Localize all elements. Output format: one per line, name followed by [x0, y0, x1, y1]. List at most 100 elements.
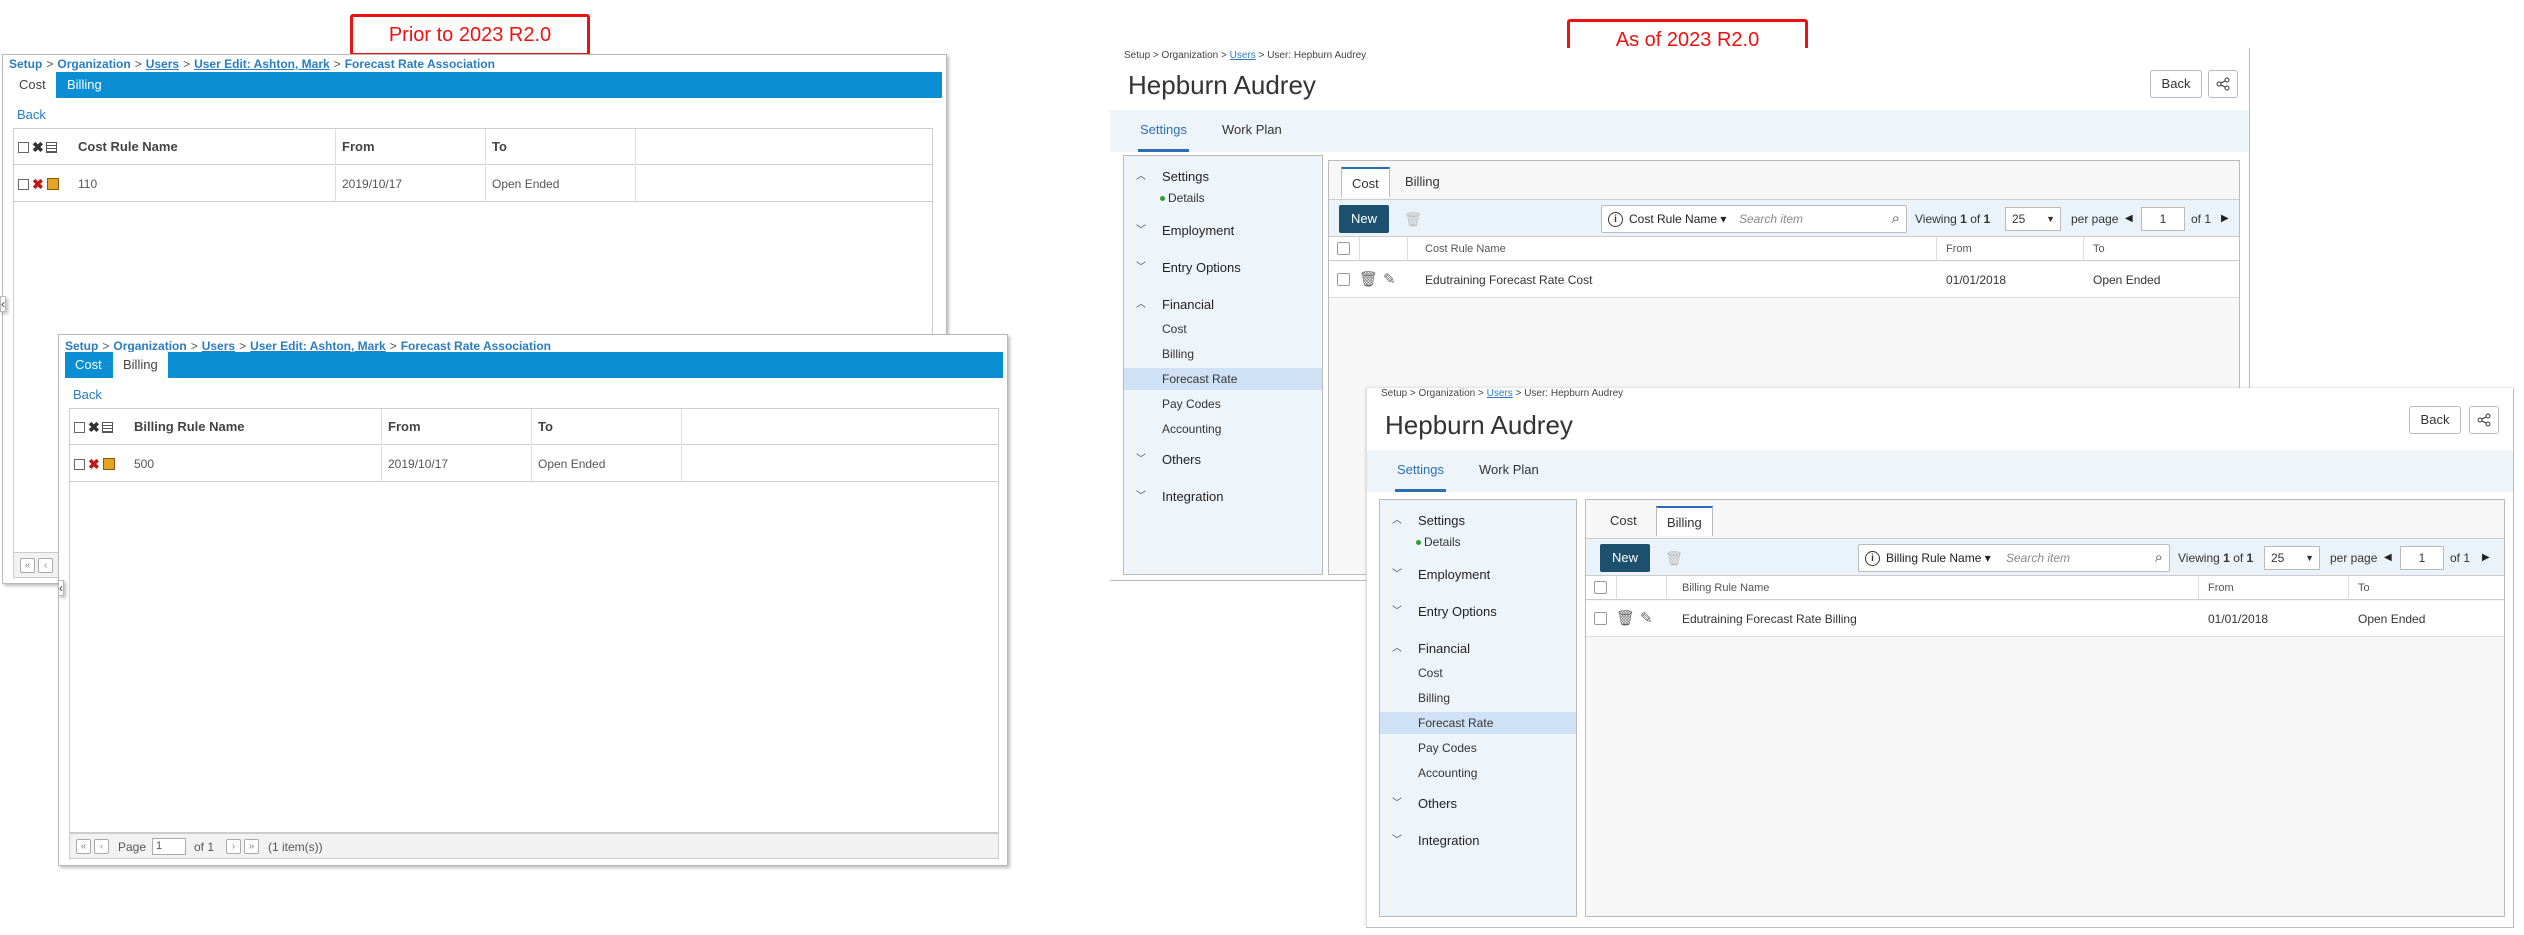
sidebar-item-others[interactable]: ﹀ Others — [1124, 449, 1322, 471]
breadcrumb-user-edit[interactable]: User Edit: Ashton, Mark — [250, 339, 386, 353]
new-button[interactable]: New — [1339, 205, 1389, 233]
back-link[interactable]: Back — [73, 387, 102, 402]
search-input[interactable]: Search item — [1739, 206, 1803, 232]
back-link[interactable]: Back — [17, 107, 46, 122]
sidebar-item-employment[interactable]: ﹀ Employment — [1124, 220, 1322, 242]
back-button[interactable]: Back — [2409, 406, 2461, 434]
col-header-from[interactable]: From — [1946, 237, 1972, 261]
sidebar-item-financial[interactable]: ︿ Financial — [1124, 294, 1322, 316]
breadcrumb-setup[interactable]: Setup — [1124, 50, 1150, 61]
table-row[interactable]: 🗑 ✎ Edutraining Forecast Rate Billing 01… — [1586, 601, 2504, 637]
page-number-input[interactable]: 1 — [2400, 546, 2444, 570]
next-page-icon[interactable]: ▶ — [2482, 539, 2490, 577]
subtab-cost[interactable]: Cost — [1600, 506, 1647, 536]
breadcrumb-organization[interactable]: Organization — [113, 339, 186, 353]
sidebar-item-accounting[interactable]: Accounting — [1124, 418, 1322, 440]
collapse-handle-icon[interactable]: ‹ — [58, 580, 64, 596]
tab-settings[interactable]: Settings — [1138, 110, 1189, 152]
col-header-to[interactable]: To — [532, 409, 682, 445]
sidebar-item-billing[interactable]: Billing — [1124, 343, 1322, 365]
tab-billing[interactable]: Billing — [57, 72, 112, 98]
select-all-checkbox[interactable] — [18, 142, 29, 153]
collapse-handle-icon[interactable]: ‹ — [0, 296, 6, 312]
sidebar-item-details[interactable]: Details — [1124, 188, 1322, 208]
col-header-rule-name[interactable]: Cost Rule Name — [72, 129, 336, 165]
breadcrumb-users[interactable]: Users — [1487, 388, 1513, 399]
next-page-icon[interactable]: ▶ — [2221, 200, 2229, 238]
tab-work-plan[interactable]: Work Plan — [1477, 450, 1541, 492]
sidebar-item-cost[interactable]: Cost — [1124, 318, 1322, 340]
col-header-to[interactable]: To — [486, 129, 636, 165]
search-box[interactable]: i Billing Rule Name ▾ Search item ⌕ — [1858, 544, 2170, 572]
breadcrumb-user-edit[interactable]: User Edit: Ashton, Mark — [194, 57, 330, 71]
prev-page-icon[interactable]: ◀ — [2125, 200, 2133, 238]
search-icon[interactable]: ⌕ — [1892, 206, 1900, 232]
delete-icon[interactable]: ✖ — [88, 419, 100, 436]
sidebar-item-settings[interactable]: ︿ Settings — [1380, 510, 1576, 532]
sidebar-item-cost[interactable]: Cost — [1380, 662, 1576, 684]
first-page-icon[interactable]: « — [76, 839, 91, 854]
col-header-rule-name[interactable]: Billing Rule Name — [1682, 576, 1769, 600]
breadcrumb-organization[interactable]: Organization — [57, 57, 130, 71]
search-input[interactable]: Search item — [2006, 545, 2070, 571]
sidebar-item-accounting[interactable]: Accounting — [1380, 762, 1576, 784]
info-icon[interactable]: i — [1608, 212, 1623, 227]
pencil-icon[interactable]: ✎ — [1640, 609, 1653, 627]
back-button[interactable]: Back — [2150, 70, 2202, 98]
row-checkbox[interactable] — [1337, 273, 1350, 286]
tab-settings[interactable]: Settings — [1395, 450, 1446, 492]
page-size-select[interactable]: 25 ▼ — [2264, 546, 2320, 570]
trash-icon[interactable]: 🗑 — [1616, 609, 1635, 627]
select-all-checkbox[interactable] — [1594, 581, 1607, 594]
sidebar-item-financial[interactable]: ︿ Financial — [1380, 638, 1576, 660]
col-header-to[interactable]: To — [2093, 237, 2105, 261]
col-header-rule-name[interactable]: Billing Rule Name — [128, 409, 382, 445]
select-all-checkbox[interactable] — [1337, 242, 1350, 255]
search-field-select[interactable]: Cost Rule Name ▾ — [1629, 206, 1726, 232]
sidebar-item-pay-codes[interactable]: Pay Codes — [1124, 393, 1322, 415]
search-field-select[interactable]: Billing Rule Name ▾ — [1886, 545, 1991, 571]
sidebar-item-forecast-rate[interactable]: Forecast Rate — [1380, 712, 1576, 734]
breadcrumb-users[interactable]: Users — [202, 339, 235, 353]
delete-icon[interactable]: ✖ — [32, 139, 44, 156]
breadcrumb-setup[interactable]: Setup — [1381, 388, 1407, 399]
trash-icon[interactable]: 🗑 — [1662, 546, 1686, 570]
breadcrumb-organization[interactable]: Organization — [1419, 388, 1476, 399]
trash-icon[interactable]: 🗑 — [1401, 207, 1425, 231]
sidebar-item-entry-options[interactable]: ﹀ Entry Options — [1124, 257, 1322, 279]
search-icon[interactable]: ⌕ — [2155, 545, 2163, 571]
first-page-icon[interactable]: « — [20, 558, 35, 573]
edit-icon[interactable] — [103, 458, 115, 470]
page-input[interactable]: 1 — [152, 838, 186, 855]
sidebar-item-integration[interactable]: ﹀ Integration — [1380, 830, 1576, 852]
breadcrumb-setup[interactable]: Setup — [9, 57, 42, 71]
breadcrumb-users[interactable]: Users — [146, 57, 179, 71]
tab-cost[interactable]: Cost — [9, 72, 56, 98]
tab-billing[interactable]: Billing — [113, 352, 168, 378]
breadcrumb-setup[interactable]: Setup — [65, 339, 98, 353]
delete-icon[interactable]: ✖ — [88, 456, 100, 473]
col-header-to[interactable]: To — [2358, 576, 2370, 600]
sidebar-item-details[interactable]: Details — [1380, 532, 1576, 552]
trash-icon[interactable]: 🗑 — [1359, 270, 1378, 288]
prev-page-icon[interactable]: ‹ — [38, 558, 53, 573]
sidebar-item-integration[interactable]: ﹀ Integration — [1124, 486, 1322, 508]
col-header-from[interactable]: From — [336, 129, 486, 165]
edit-icon[interactable] — [47, 178, 59, 190]
last-page-icon[interactable]: » — [244, 839, 259, 854]
search-box[interactable]: i Cost Rule Name ▾ Search item ⌕ — [1601, 205, 1907, 233]
select-all-checkbox[interactable] — [74, 422, 85, 433]
subtab-billing[interactable]: Billing — [1395, 167, 1450, 197]
sidebar-item-employment[interactable]: ﹀ Employment — [1380, 564, 1576, 586]
new-button[interactable]: New — [1600, 544, 1650, 572]
pencil-icon[interactable]: ✎ — [1383, 270, 1396, 288]
page-size-select[interactable]: 25 ▼ — [2005, 207, 2061, 231]
table-row[interactable]: 🗑 ✎ Edutraining Forecast Rate Cost 01/01… — [1329, 262, 2239, 298]
subtab-cost[interactable]: Cost — [1341, 167, 1390, 197]
share-button[interactable] — [2208, 70, 2238, 98]
delete-icon[interactable]: ✖ — [32, 176, 44, 193]
col-header-rule-name[interactable]: Cost Rule Name — [1425, 237, 1506, 261]
prev-page-icon[interactable]: ◀ — [2384, 539, 2392, 577]
breadcrumb-users[interactable]: Users — [1230, 50, 1256, 61]
grid-menu-icon[interactable] — [102, 422, 113, 433]
